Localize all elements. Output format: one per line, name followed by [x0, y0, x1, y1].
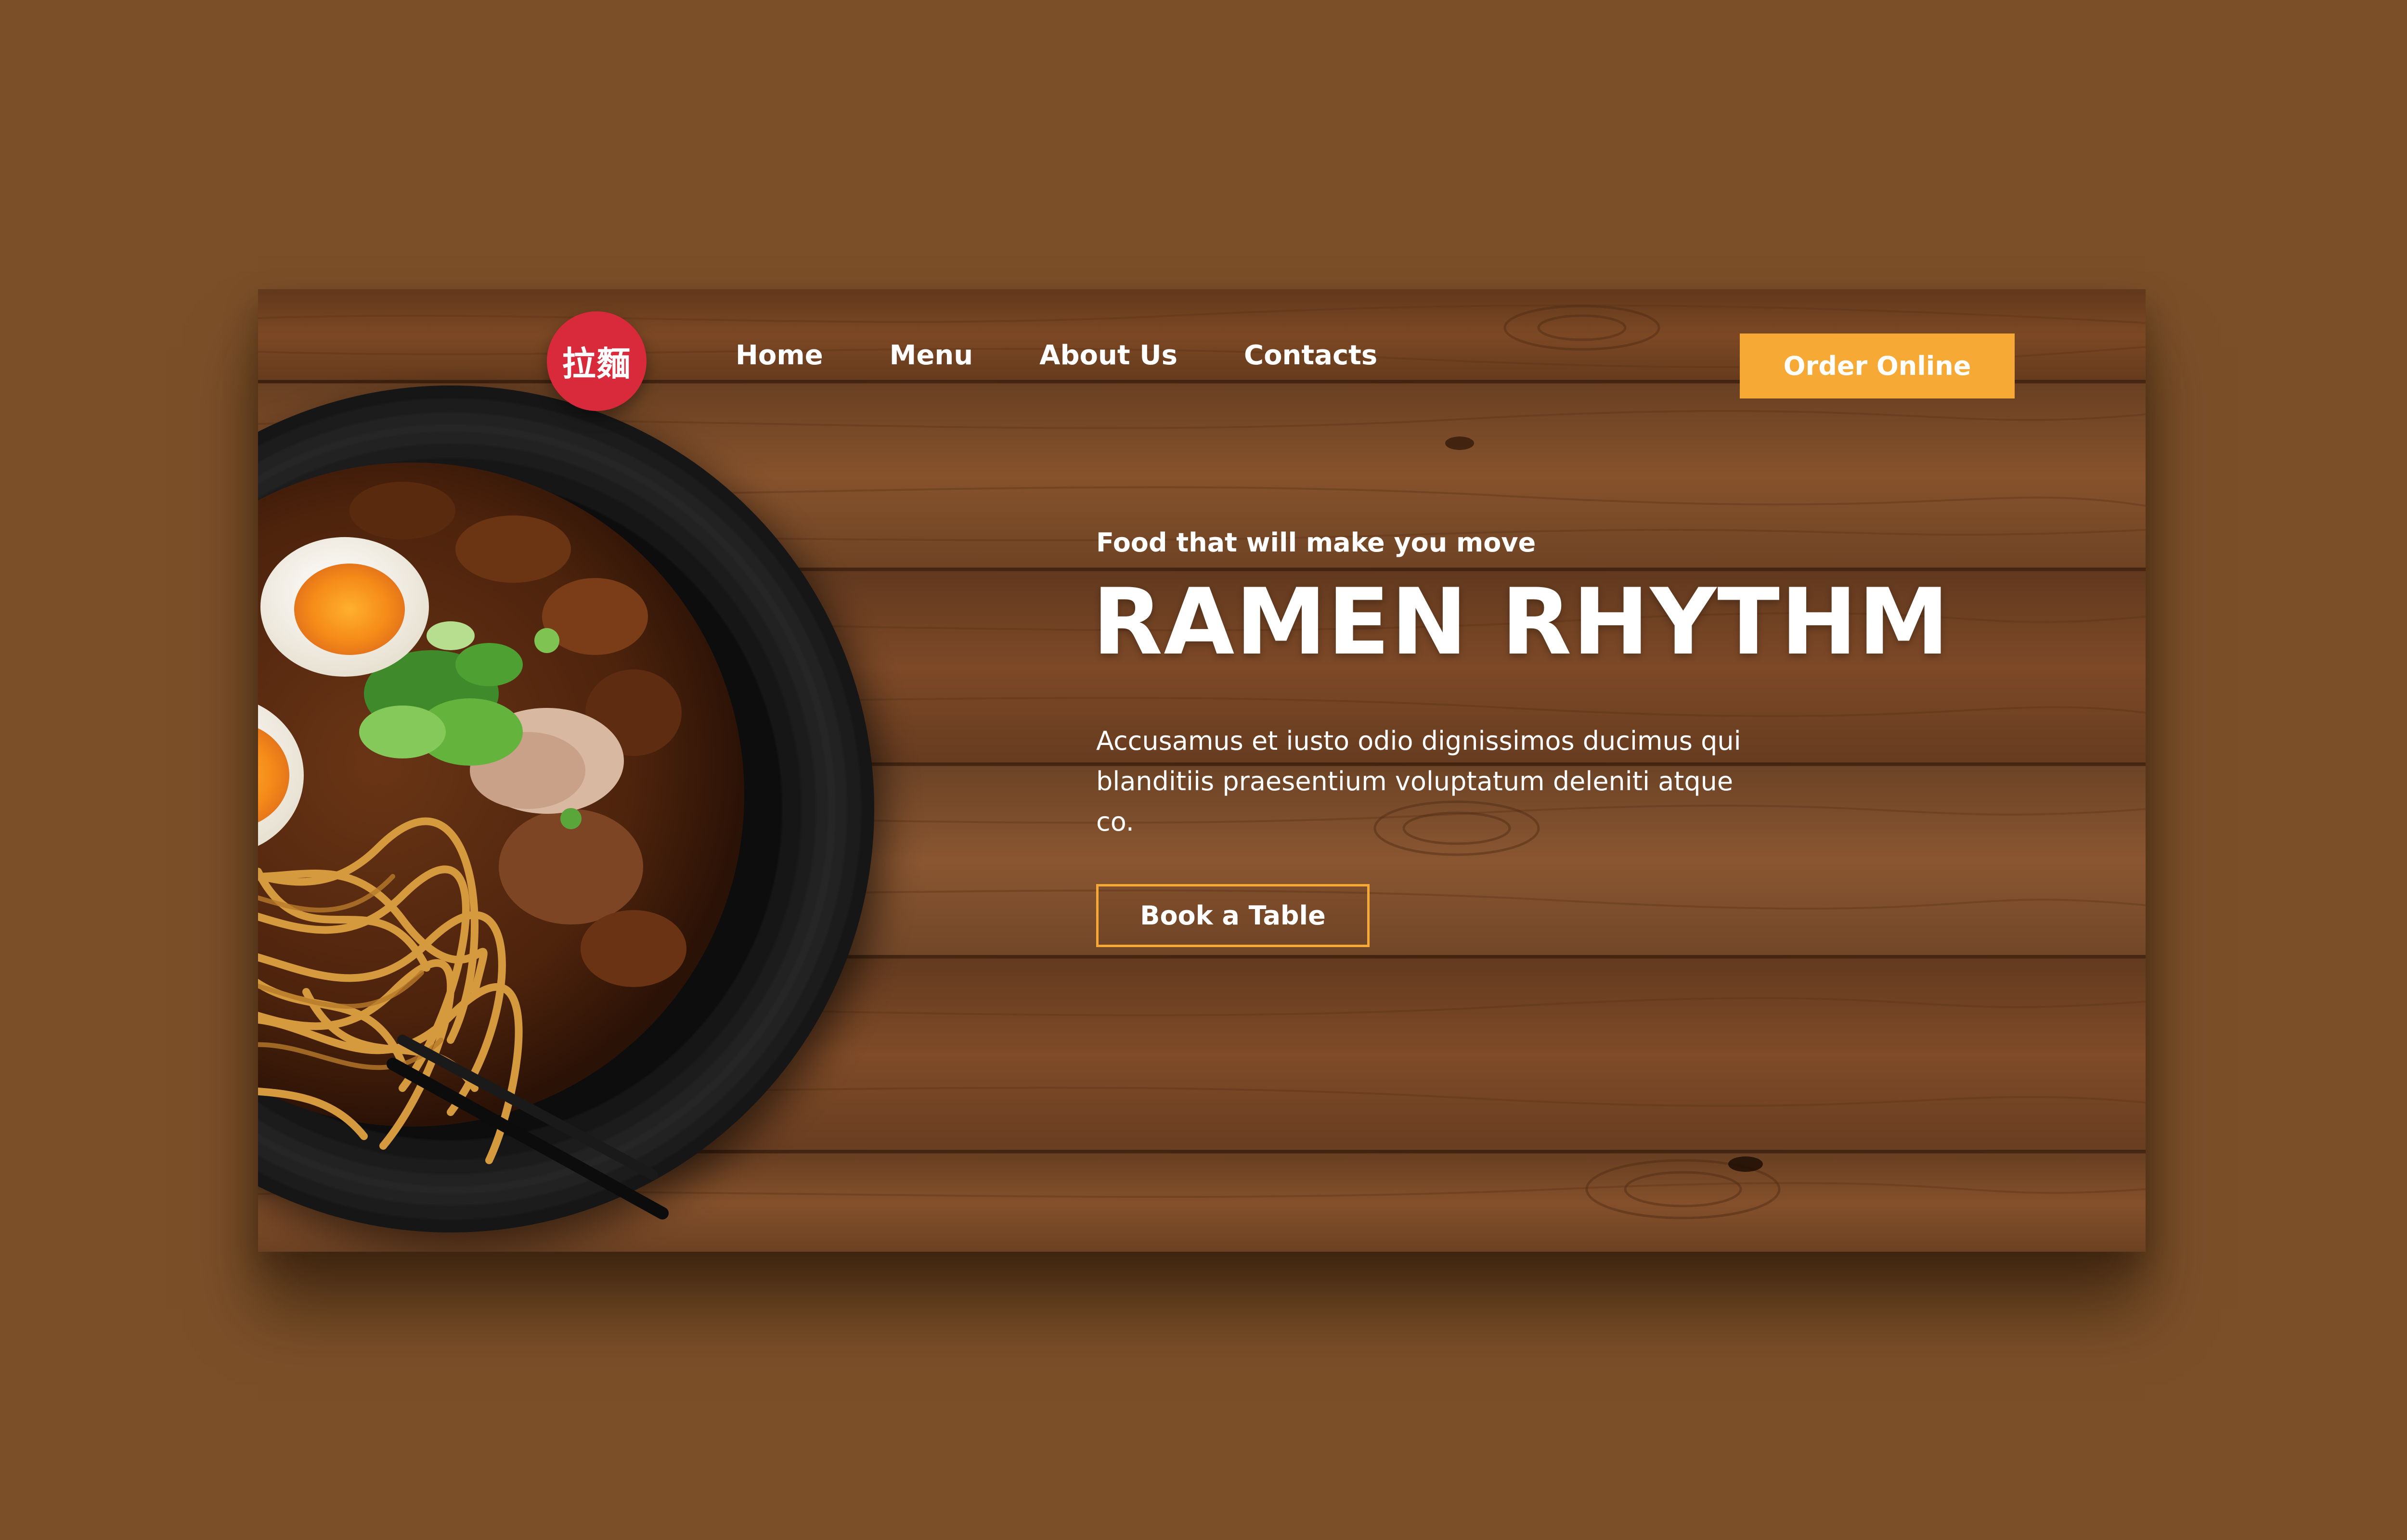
order-online-button[interactable]: Order Online: [1740, 334, 2015, 398]
hero-description: Accusamus et iusto odio dignissimos duci…: [1096, 726, 1741, 837]
nav-item-about-us[interactable]: About Us: [1039, 342, 1178, 369]
book-a-table-button[interactable]: Book a Table: [1096, 884, 1370, 947]
soft-boiled-egg-1: [260, 537, 429, 677]
main-nav: Home Menu About Us Contacts: [736, 342, 1444, 369]
hero-title: RAMEN RHYTHM: [1092, 569, 1950, 675]
logo-text: 拉麵: [562, 344, 632, 384]
nav-item-home[interactable]: Home: [736, 342, 823, 369]
nav-item-menu[interactable]: Menu: [890, 342, 973, 369]
ramen-bowl-image: [258, 385, 874, 1232]
hero-card: 拉麵 Home Menu About Us Contacts Order Onl…: [258, 289, 2146, 1252]
nav-item-contacts[interactable]: Contacts: [1244, 342, 1377, 369]
hero-tagline: Food that will make you move: [1096, 527, 1536, 558]
logo-badge[interactable]: 拉麵: [547, 311, 647, 411]
page-background: 拉麵 Home Menu About Us Contacts Order Onl…: [0, 0, 2407, 1540]
